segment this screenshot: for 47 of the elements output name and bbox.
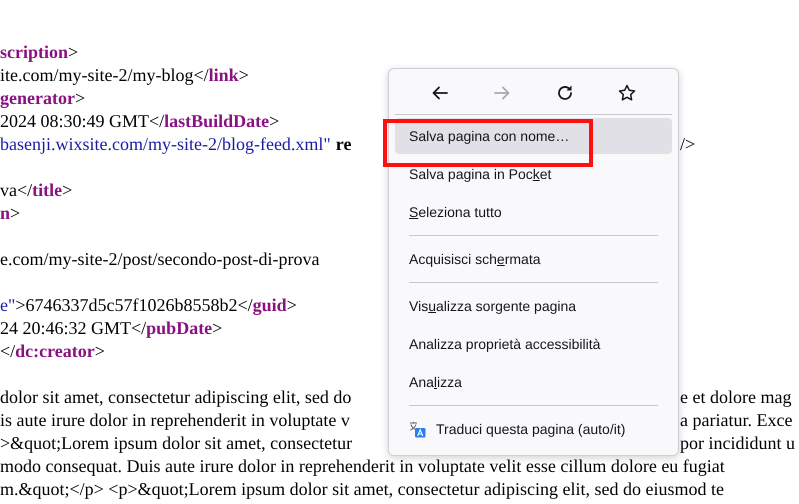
xml-text: e.com/my-site-2/post/secondo-post-di-prova <box>0 249 320 269</box>
xml-tag-name: guid <box>252 295 287 315</box>
link-text[interactable]: e" <box>0 295 16 315</box>
xml-text: > <box>286 295 297 315</box>
xml-text: </ <box>0 341 16 361</box>
xml-text: 2024 08:30:49 GMT</ <box>0 111 164 131</box>
menu-item[interactable]: Analizza proprietà accessibilità <box>395 326 672 362</box>
xml-text: > <box>62 180 72 200</box>
menu-item[interactable]: Salva pagina con nome… <box>395 118 672 154</box>
xml-text: va</ <box>0 180 32 200</box>
menu-item[interactable]: Seleziona tutto <box>395 194 672 230</box>
xml-text: por incididunt u <box>680 433 795 453</box>
link-text[interactable]: basenji.wixsite.com/my-site-2/blog-feed.xml" <box>0 134 331 154</box>
menu-item[interactable]: Analizza <box>395 364 672 400</box>
xml-text: m.&quot;</p> <p>&quot;Lorem ipsum dolor sit amet, consectetur adipiscing elit, sed do eiusmod te <box>0 479 724 499</box>
xml-tag-name: scription <box>0 42 68 62</box>
xml-text: > <box>94 341 105 361</box>
xml-tag-name: generator <box>0 88 75 108</box>
xml-text: > <box>68 42 78 62</box>
xml-text: >6746337d5c57f1026b8558b2</ <box>15 295 253 315</box>
xml-text: > <box>10 203 20 223</box>
xml-text: > <box>74 88 86 108</box>
xml-text: modo consequat. Duis aute irure dolor in reprehenderit in voluptate velit esse cillum dolore eu fugiat <box>0 456 725 476</box>
xml-text: 24 20:46:32 GMT</ <box>0 318 146 338</box>
attribute-name: re <box>336 134 352 154</box>
xml-tag-name: link <box>208 65 239 85</box>
xml-text: is aute irure dolor in reprehenderit in voluptate v <box>0 410 350 430</box>
xml-text: /> <box>680 134 696 154</box>
xml-tag-name: dc:creator <box>15 341 95 361</box>
xml-tag-name: n <box>0 203 10 223</box>
menu-item[interactable]: Salva pagina in Pocket <box>395 156 672 192</box>
menu-item[interactable]: Traduci questa pagina (auto/it) <box>395 411 672 447</box>
xml-tag-name: lastBuildDate <box>164 111 270 131</box>
xml-text: a pariatur. Exce <box>680 410 792 430</box>
menu-item[interactable]: Visualizza sorgente pagina <box>395 288 672 324</box>
xml-text: ite.com/my-site-2/my-blog</ <box>0 65 209 85</box>
star-icon <box>616 83 637 103</box>
xml-text: > <box>212 318 222 338</box>
xml-tag-name: title <box>32 180 62 200</box>
xml-text: e et dolore mag <box>680 387 792 407</box>
menu-item[interactable]: Acquisisci schermata <box>395 241 672 277</box>
xml-text: > <box>238 65 249 85</box>
translate-icon <box>409 420 426 438</box>
xml-text: >&quot;Lorem ipsum dolor sit amet, consectetur <box>0 433 352 453</box>
xml-text: > <box>269 111 280 131</box>
xml-text: dolor sit amet, consectetur adipiscing elit, sed do <box>0 387 352 407</box>
xml-tag-name: pubDate <box>146 318 212 338</box>
